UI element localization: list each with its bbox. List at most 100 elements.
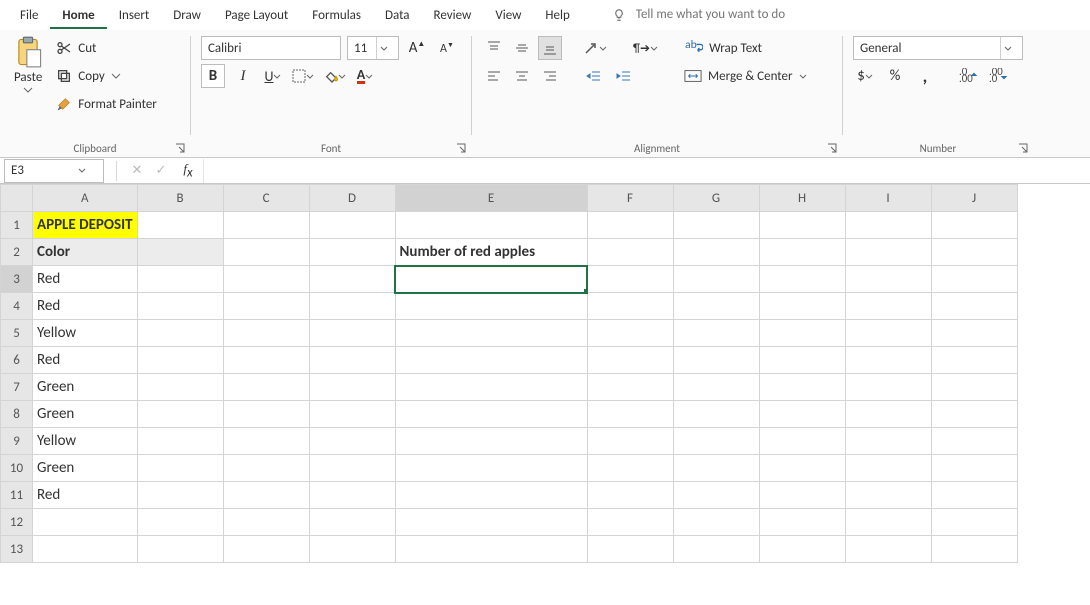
increase-decimal-button[interactable]: .0.00	[957, 64, 981, 88]
cell-E6[interactable]	[395, 347, 587, 374]
column-header-A[interactable]: A	[33, 185, 138, 212]
row-header-12[interactable]: 12	[1, 509, 33, 536]
cell-G3[interactable]	[673, 266, 759, 293]
cell-C6[interactable]	[223, 347, 309, 374]
column-header-B[interactable]: B	[137, 185, 223, 212]
tab-data[interactable]: Data	[373, 2, 422, 29]
cell-J9[interactable]	[931, 428, 1017, 455]
cell-C4[interactable]	[223, 293, 309, 320]
cell-I4[interactable]	[845, 293, 931, 320]
cell-G8[interactable]	[673, 401, 759, 428]
cell-E3[interactable]	[395, 266, 587, 293]
align-top-button[interactable]	[482, 36, 506, 60]
tab-file[interactable]: File	[8, 2, 50, 29]
text-direction-button[interactable]: ¶➔	[632, 36, 659, 60]
tell-me-search[interactable]	[602, 0, 874, 29]
number-format-input[interactable]	[854, 37, 1000, 59]
cell-A8[interactable]: Green	[33, 401, 138, 428]
cell-F13[interactable]	[587, 536, 673, 563]
cell-I9[interactable]	[845, 428, 931, 455]
tab-home[interactable]: Home	[50, 2, 106, 29]
cell-J3[interactable]	[931, 266, 1017, 293]
cell-J1[interactable]	[931, 212, 1017, 239]
cut-button[interactable]: Cut	[56, 34, 157, 62]
cell-D8[interactable]	[309, 401, 395, 428]
wrap-text-button[interactable]: ab Wrap Text	[685, 34, 762, 62]
dialog-launcher-clipboard[interactable]	[174, 142, 186, 154]
cell-H3[interactable]	[759, 266, 845, 293]
cell-C11[interactable]	[223, 482, 309, 509]
cell-C12[interactable]	[223, 509, 309, 536]
cell-F2[interactable]	[587, 239, 673, 266]
cell-B4[interactable]	[137, 293, 223, 320]
column-header-C[interactable]: C	[223, 185, 309, 212]
fill-color-button[interactable]	[321, 64, 347, 88]
cell-D9[interactable]	[309, 428, 395, 455]
cell-C1[interactable]	[223, 212, 309, 239]
cell-F10[interactable]	[587, 455, 673, 482]
cell-H6[interactable]	[759, 347, 845, 374]
cell-A3[interactable]: Red	[33, 266, 138, 293]
cell-D6[interactable]	[309, 347, 395, 374]
name-box-input[interactable]	[5, 163, 75, 178]
cell-H4[interactable]	[759, 293, 845, 320]
cell-B9[interactable]	[137, 428, 223, 455]
cell-G12[interactable]	[673, 509, 759, 536]
cell-A4[interactable]: Red	[33, 293, 138, 320]
cell-D1[interactable]	[309, 212, 395, 239]
cell-E10[interactable]	[395, 455, 587, 482]
cell-G13[interactable]	[673, 536, 759, 563]
cell-E2[interactable]: Number of red apples	[395, 239, 587, 266]
cell-A12[interactable]	[33, 509, 138, 536]
cell-J7[interactable]	[931, 374, 1017, 401]
chevron-down-icon[interactable]	[376, 37, 390, 59]
cell-F5[interactable]	[587, 320, 673, 347]
column-header-H[interactable]: H	[759, 185, 845, 212]
cell-A2[interactable]: Color	[33, 239, 138, 266]
cell-E12[interactable]	[395, 509, 587, 536]
cell-B2[interactable]	[137, 239, 223, 266]
format-painter-button[interactable]: Format Painter	[56, 90, 157, 118]
cell-H10[interactable]	[759, 455, 845, 482]
cell-F12[interactable]	[587, 509, 673, 536]
dialog-launcher-number[interactable]	[1017, 142, 1029, 154]
cell-C8[interactable]	[223, 401, 309, 428]
cell-E4[interactable]	[395, 293, 587, 320]
cell-I11[interactable]	[845, 482, 931, 509]
cell-C7[interactable]	[223, 374, 309, 401]
column-header-D[interactable]: D	[309, 185, 395, 212]
percent-format-button[interactable]: %	[883, 64, 907, 88]
cell-C9[interactable]	[223, 428, 309, 455]
cell-E13[interactable]	[395, 536, 587, 563]
row-header-9[interactable]: 9	[1, 428, 33, 455]
cell-B13[interactable]	[137, 536, 223, 563]
cell-A11[interactable]: Red	[33, 482, 138, 509]
cell-I6[interactable]	[845, 347, 931, 374]
cell-F6[interactable]	[587, 347, 673, 374]
underline-button[interactable]: U	[261, 64, 285, 88]
row-header-6[interactable]: 6	[1, 347, 33, 374]
cell-B1[interactable]	[137, 212, 223, 239]
align-middle-button[interactable]	[510, 36, 534, 60]
cell-H13[interactable]	[759, 536, 845, 563]
cell-G2[interactable]	[673, 239, 759, 266]
decrease-decimal-button[interactable]: .00.0	[987, 64, 1011, 88]
row-header-4[interactable]: 4	[1, 293, 33, 320]
cell-B11[interactable]	[137, 482, 223, 509]
cell-I2[interactable]	[845, 239, 931, 266]
cell-F4[interactable]	[587, 293, 673, 320]
tab-help[interactable]: Help	[533, 2, 581, 29]
formula-input[interactable]	[203, 159, 1090, 183]
cell-B7[interactable]	[137, 374, 223, 401]
tab-page-layout[interactable]: Page Layout	[213, 2, 300, 29]
comma-format-button[interactable]: ,	[913, 64, 937, 88]
cell-D7[interactable]	[309, 374, 395, 401]
cell-H7[interactable]	[759, 374, 845, 401]
tab-view[interactable]: View	[483, 2, 533, 29]
cell-C5[interactable]	[223, 320, 309, 347]
cell-J8[interactable]	[931, 401, 1017, 428]
align-bottom-button[interactable]	[538, 36, 562, 60]
dialog-launcher-alignment[interactable]	[826, 142, 838, 154]
select-all-corner[interactable]	[1, 185, 33, 212]
font-name-input[interactable]	[202, 37, 368, 59]
